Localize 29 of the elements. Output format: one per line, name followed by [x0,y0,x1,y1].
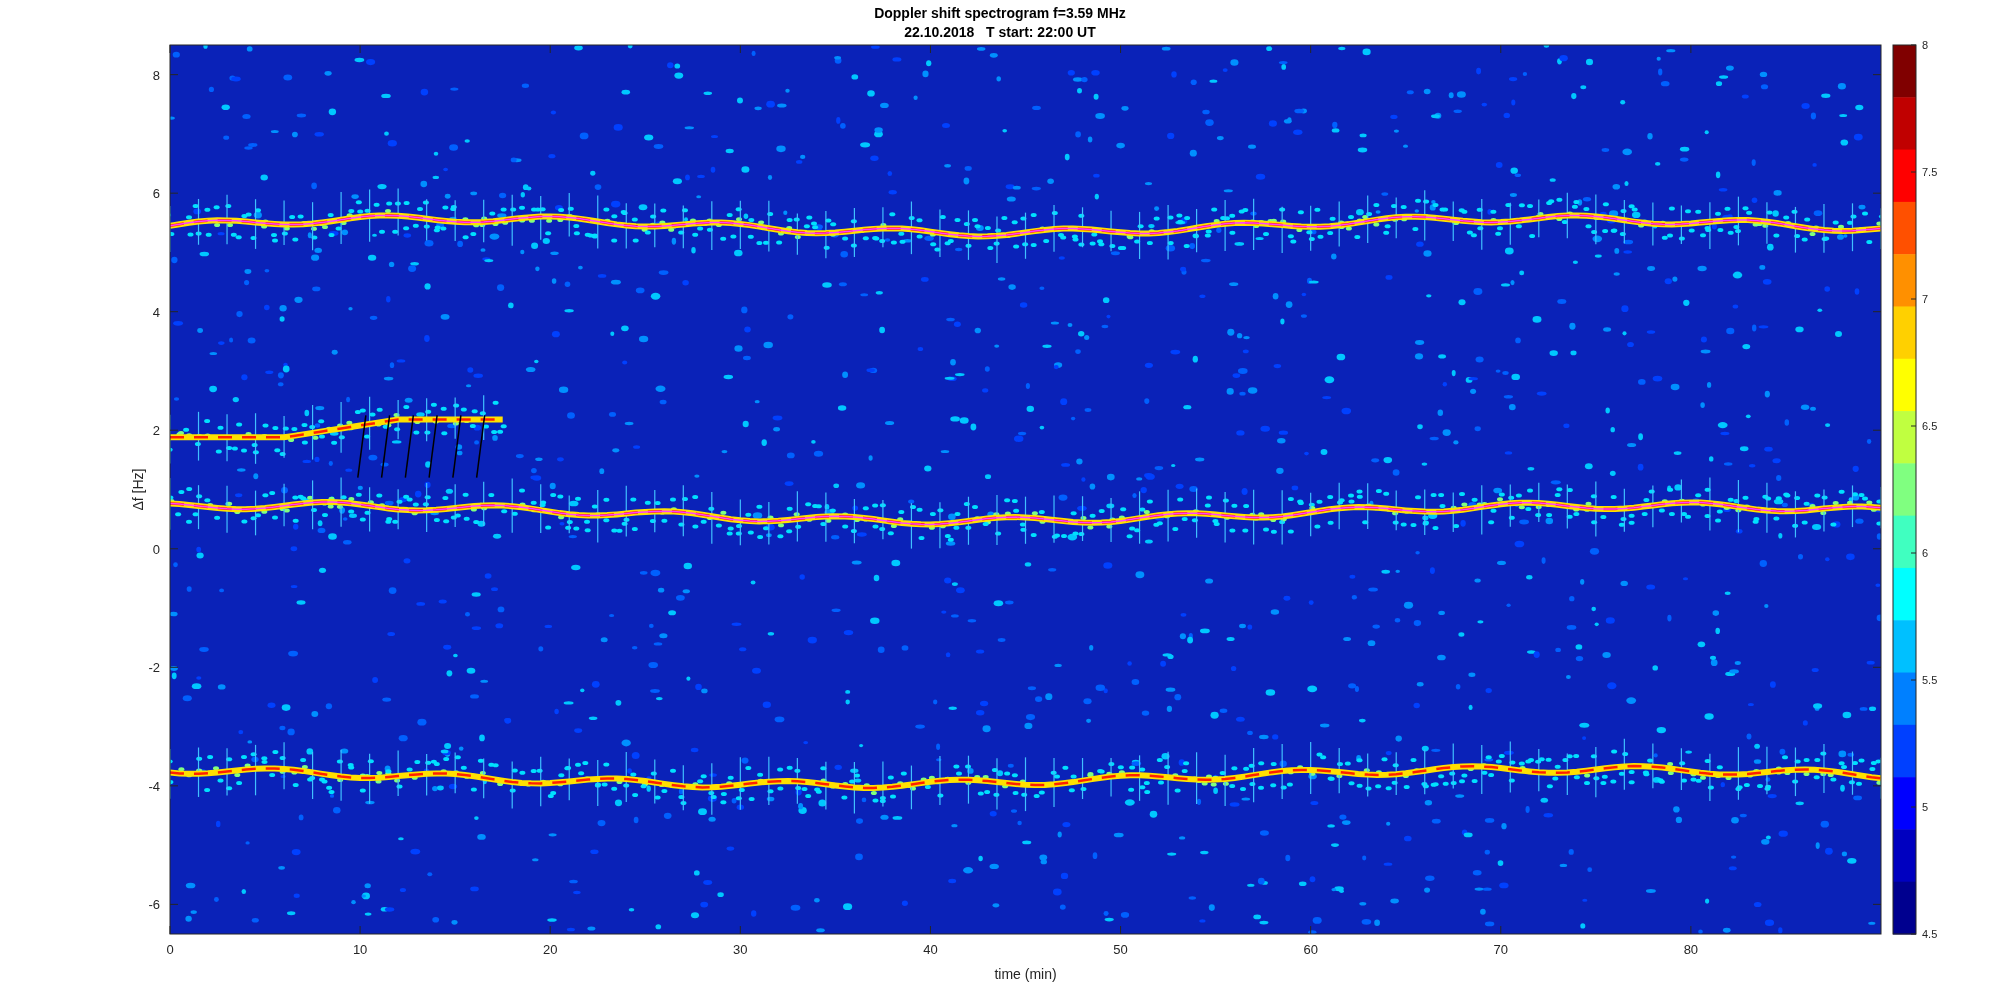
y-tick-label: -6 [148,897,160,913]
x-tick-label: 80 [1683,942,1699,957]
x-tick-label: 70 [1493,942,1508,957]
x-tick-label: 0 [166,942,174,957]
colorbar-tick-label: 6.5 [1922,420,1938,432]
y-tick-label: 0 [152,541,160,557]
y-tick-label: -4 [148,778,160,794]
x-tick-label: 40 [923,942,938,957]
y-tick-label: -2 [148,660,160,676]
x-tick-label: 20 [543,942,558,957]
chart-subtitle: 22.10.2018 T start: 22:00 UT [904,24,1096,40]
colorbar-tick-label: 7.5 [1922,166,1938,178]
y-tick-label: 2 [152,423,160,439]
y-tick-label: 6 [152,186,160,202]
x-tick-label: 10 [352,942,368,957]
colorbar-tick-label: 5.5 [1922,674,1938,686]
x-tick-label: 50 [1113,942,1128,957]
y-tick-label: 8 [152,67,160,83]
x-axis-label: time (min) [994,966,1057,982]
colorbar-tick-label: 4.5 [1922,928,1938,940]
x-tick-label: 60 [1303,942,1318,957]
colorbar-tick-label: 7 [1922,293,1929,305]
x-tick-label: 30 [733,942,748,957]
y-tick-label: 4 [152,304,160,320]
chart-title: Doppler shift spectrogram f=3.59 MHz [874,5,1126,21]
colorbar-tick-label: 8 [1922,39,1929,51]
colorbar-tick-label: 5 [1922,801,1929,813]
y-axis-label: Δf [Hz] [130,468,146,511]
colorbar-tick-label: 6 [1922,547,1929,559]
